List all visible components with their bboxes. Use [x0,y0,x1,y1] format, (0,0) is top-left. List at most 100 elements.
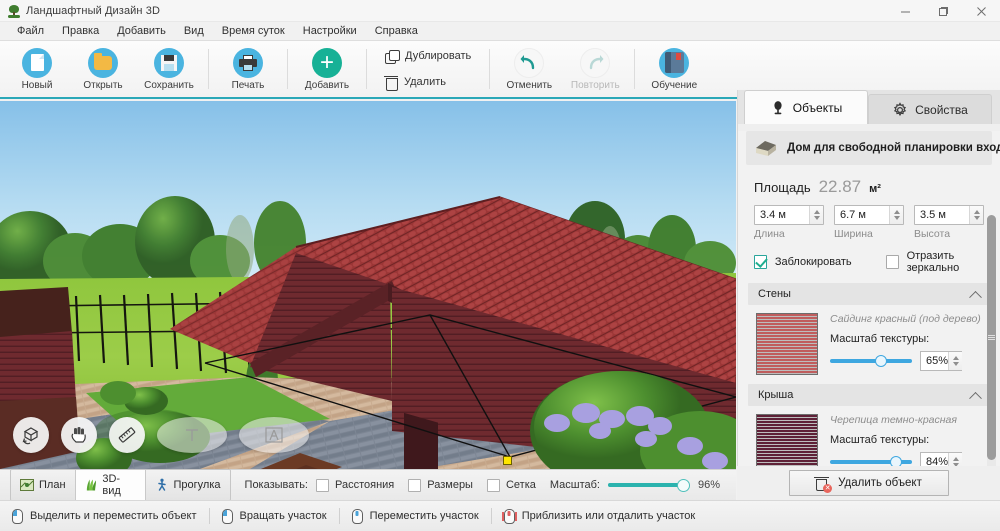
show-label: Показывать: [244,479,308,491]
undo-button[interactable]: Отменить [496,41,562,97]
height-input[interactable] [915,209,969,221]
checkbox-distances[interactable]: Расстояния [315,478,394,492]
menu-item-view[interactable]: Вид [175,23,213,39]
dimension-height: Высота [914,205,984,240]
length-input[interactable] [755,209,809,221]
panel-scrollbar[interactable] [987,215,996,503]
minimize-icon[interactable] [886,0,924,22]
new-button[interactable]: Новый [4,41,70,97]
panel-tabs: Объекты Свойства [738,90,1000,124]
status-hint-zoom-label: Приблизить или отдалить участок [521,510,696,522]
checkbox-distances-box[interactable] [315,478,329,492]
zoom-slider-fill [608,483,687,487]
mouse-left-icon [221,508,233,524]
zoom-slider-knob[interactable] [677,478,690,492]
walls-scale-value: 65% [926,355,949,367]
tutorial-button[interactable]: Обучение [641,41,707,97]
checkbox-grid-box[interactable] [486,478,500,492]
chevron-up-icon [969,290,982,304]
save-button-label: Сохранить [144,79,194,91]
section-walls-title: Стены [758,288,791,300]
walls-slider-knob[interactable] [874,355,887,367]
toolbar-divider [634,49,636,89]
dimension-icon[interactable] [239,417,309,453]
viewport-tool-strip [13,417,309,453]
checkbox-sizes[interactable]: Размеры [408,478,473,492]
menu-item-file[interactable]: Файл [8,23,53,39]
duplicate-button[interactable]: Дублировать [381,49,475,64]
length-input-wrap[interactable] [754,205,824,225]
length-stepper[interactable] [809,206,823,224]
title-bar: Ландшафтный Дизайн 3D [0,0,1000,22]
checkbox-grid[interactable]: Сетка [486,478,536,492]
hand-icon[interactable] [61,417,97,453]
selected-object-name: Дом для свободной планировки входа [787,142,1000,154]
width-stepper[interactable] [889,206,903,224]
mirror-label: Отразить зеркально [906,250,960,274]
walls-scale-stepper[interactable] [948,352,963,370]
zoom-slider[interactable] [608,478,690,492]
width-input-wrap[interactable] [834,205,904,225]
trash-icon [384,75,398,91]
height-stepper[interactable] [969,206,983,224]
toolbar-divider [366,49,367,89]
maximize-icon[interactable] [924,0,962,22]
text-t-icon[interactable] [157,417,227,453]
view-tab-3d[interactable]: 3D-вид [75,470,146,500]
print-button[interactable]: Печать [215,41,281,97]
walls-scale-slider[interactable] [830,354,912,368]
save-button[interactable]: Сохранить [136,41,202,97]
menu-item-help[interactable]: Справка [366,23,427,39]
walls-texture-swatch[interactable] [756,313,818,375]
checkbox-grid-label: Сетка [505,479,536,491]
tab-properties-label: Свойства [915,102,968,117]
cube-rotate-icon[interactable] [13,417,49,453]
status-hint-zoom: Приблизить или отдалить участок [501,508,707,524]
view-tab-walk[interactable]: Прогулка [145,470,230,500]
section-roof-title: Крыша [758,389,794,401]
selection-handle-square[interactable] [503,456,512,465]
view-tab-plan[interactable]: План [11,470,76,500]
delete-object-button[interactable]: ✕ Удалить объект [788,470,949,496]
redo-button-label: Повторить [570,79,620,91]
menu-item-daytime[interactable]: Время суток [213,23,294,39]
scrollbar-grip-icon [988,335,995,340]
app-tree-icon [7,4,21,18]
dimension-fields: Длина Ширина Высота [754,205,1000,240]
status-divider [208,508,210,524]
3d-viewport[interactable] [0,101,736,469]
ruler-icon[interactable] [109,417,145,453]
area-unit: м² [869,183,881,195]
delete-object-label: Удалить объект [838,477,922,489]
menu-item-add[interactable]: Добавить [108,23,175,39]
checkbox-sizes-box[interactable] [408,478,422,492]
zoom-value: 96% [698,479,721,491]
tab-properties[interactable]: Свойства [868,94,992,124]
redo-button[interactable]: Повторить [562,41,628,97]
application-window: Ландшафтный Дизайн 3D Файл Правка Добави… [0,0,1000,531]
close-icon[interactable] [962,0,1000,22]
undo-arrow-icon [514,47,545,78]
lock-mirror-row: Заблокировать Отразить зеркально [754,250,1000,274]
width-input[interactable] [835,209,889,221]
status-hint-rotate: Вращать участок [221,508,339,524]
lock-checkbox[interactable] [754,255,767,269]
walls-scale-input[interactable]: 65% [920,351,963,371]
mirror-checkbox[interactable] [885,255,899,269]
tab-objects[interactable]: Объекты [744,90,868,124]
window-controls [886,0,1000,22]
properties-panel: Объекты Свойства Дом для свободной плани… [737,90,1000,507]
dimension-width: Ширина [834,205,904,240]
delete-button[interactable]: Удалить [381,74,475,91]
section-header-walls[interactable]: Стены [748,283,990,305]
menu-item-settings[interactable]: Настройки [294,23,366,39]
walls-slider-track [830,359,912,363]
view-tab-3d-label: 3D-вид [102,473,121,497]
height-input-wrap[interactable] [914,205,984,225]
view-mode-tabs: План 3D-вид Прогулка [10,469,231,501]
menu-item-edit[interactable]: Правка [53,23,108,39]
status-hint-move-label: Переместить участок [369,510,479,522]
section-header-roof[interactable]: Крыша [748,384,990,406]
open-button[interactable]: Открыть [70,41,136,97]
add-button[interactable]: + Добавить [294,41,360,97]
